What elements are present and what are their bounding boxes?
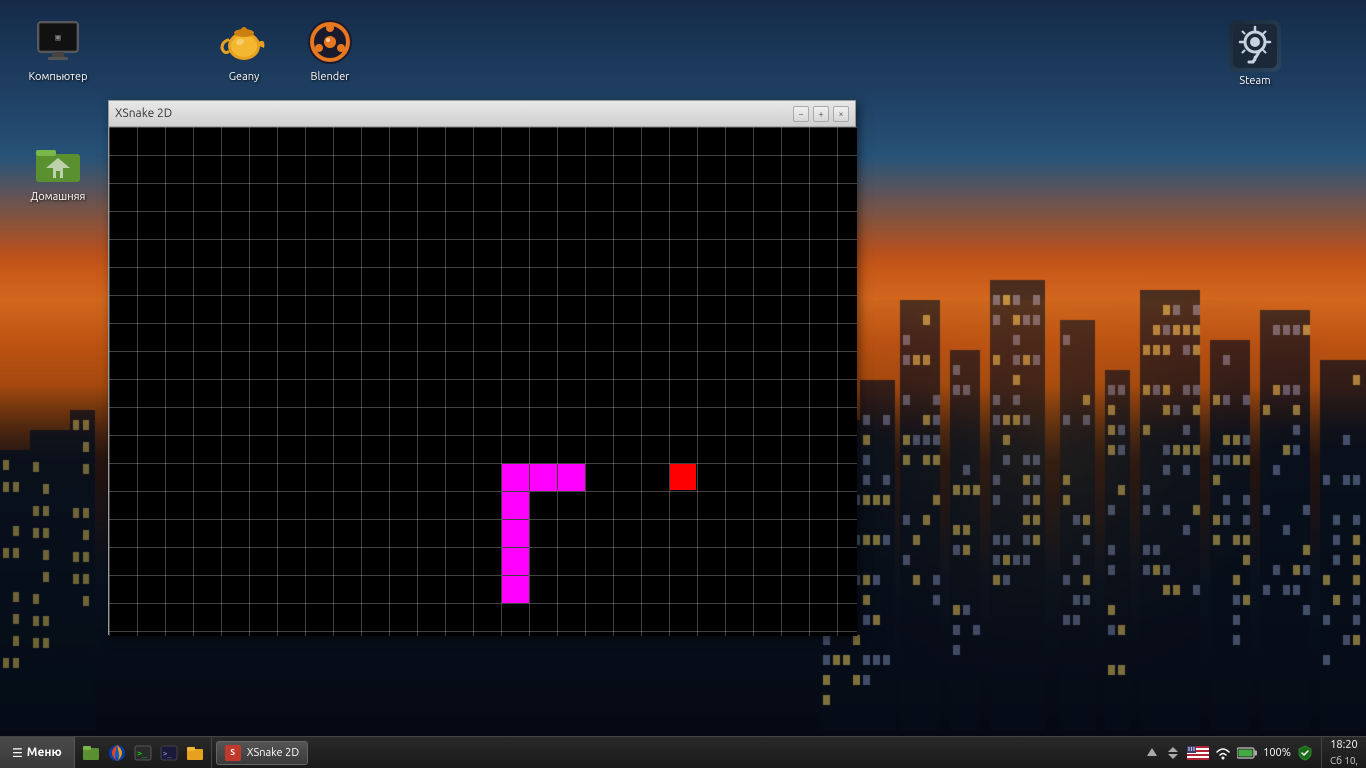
food-item [670,464,696,490]
tray-language-icon[interactable] [1187,746,1209,760]
taskbar: ☰ Меню [0,736,1366,768]
snake-segment-4 [502,464,529,491]
svg-text:>_: >_ [163,750,172,758]
tray-wifi-icon[interactable] [1215,746,1231,760]
clock-date-line: Сб 10, [1330,753,1358,768]
taskbar-windows: S XSnake 2D [212,741,1137,765]
svg-text:>_: >_ [137,749,147,758]
game-canvas [109,127,857,636]
window-title: XSnake 2D [115,107,172,120]
blender-icon-img [306,18,354,66]
window-maximize-button[interactable]: + [813,106,829,122]
snake-segment-3 [502,492,529,519]
taskbar-terminal2-button[interactable]: >_ [157,741,181,765]
home-icon-label: Домашняя [31,190,86,204]
blender-icon-label: Blender [311,70,350,84]
snake-segment-0 [502,576,529,603]
window-minimize-button[interactable]: − [793,106,809,122]
snake-segment-5 [530,464,557,491]
xsnake-window: XSnake 2D − + × [108,100,856,635]
taskbar-quick-launch: >_ >_ [75,737,212,768]
geany-icon-img [220,18,268,66]
computer-icon-label: Компьютер [28,70,87,84]
steam-icon-label: Steam [1239,74,1270,88]
tray-show-icons-button[interactable] [1145,746,1159,760]
steam-desktop-icon[interactable]: Steam [1224,15,1286,93]
svg-text:▣: ▣ [55,33,61,43]
taskbar-filemanager-button[interactable] [183,741,207,765]
home-icon-img [34,138,82,186]
steam-icon-img [1229,20,1281,72]
xsnake-taskbar-label: XSnake 2D [247,747,299,759]
grid-overlay [109,127,857,636]
taskbar-xsnake-button[interactable]: S XSnake 2D [216,741,308,765]
window-controls: − + × [793,106,849,122]
geany-icon-label: Geany [229,70,260,84]
snake-segment-2 [502,520,529,547]
tray-battery-icon[interactable] [1237,747,1257,759]
menu-icon: ☰ [12,746,23,760]
snake-segment-1 [502,548,529,575]
window-close-button[interactable]: × [833,106,849,122]
tray-network-icon[interactable] [1165,746,1181,760]
taskbar-firefox-button[interactable] [105,741,129,765]
taskbar-clock[interactable]: 18:20 Сб 10, [1321,737,1366,768]
xsnake-taskbar-icon: S [225,745,241,761]
desktop: ▣ Компьютер [0,0,1366,768]
tray-security-icon[interactable] [1297,745,1313,761]
menu-label: Меню [27,746,62,759]
computer-icon-img: ▣ [34,18,82,66]
desktop-icon-blender[interactable]: Blender [290,10,370,92]
window-titlebar[interactable]: XSnake 2D − + × [109,101,855,127]
desktop-icon-home[interactable]: Домашняя [18,130,98,212]
clock-time: 18:20 [1330,737,1358,754]
taskbar-menu-button[interactable]: ☰ Меню [0,737,75,768]
desktop-icon-geany[interactable]: Geany [204,10,284,92]
desktop-icon-computer[interactable]: ▣ Компьютер [18,10,98,92]
taskbar-terminal-button[interactable]: >_ [131,741,155,765]
taskbar-files-button[interactable] [79,741,103,765]
tray-battery-percent: 100% [1263,747,1291,759]
taskbar-system-tray: 100% [1137,737,1321,768]
snake-segment-6 [558,464,585,491]
